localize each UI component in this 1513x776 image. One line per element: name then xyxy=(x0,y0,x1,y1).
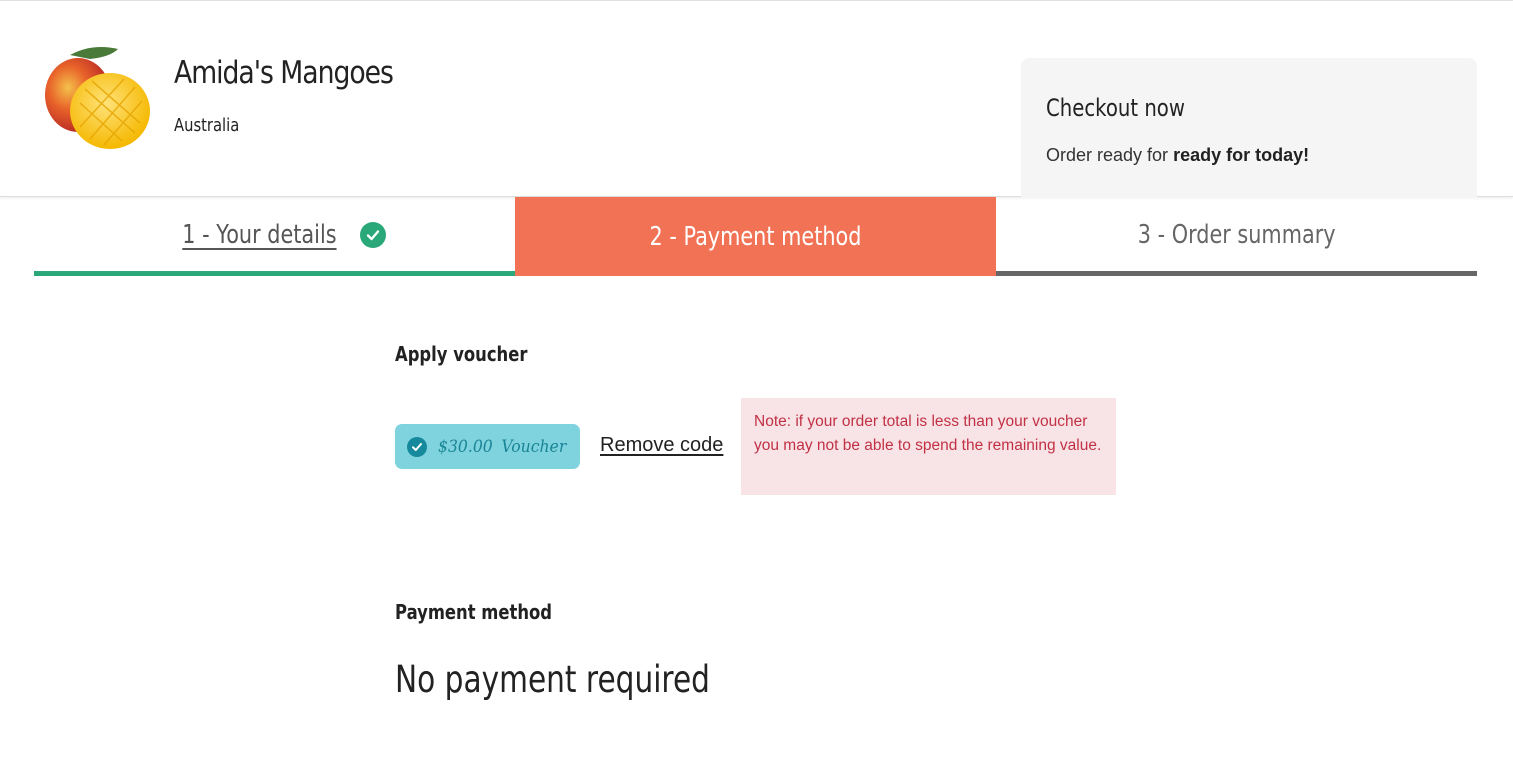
checkout-steps: 1 - Your details 2 - Payment method 3 - … xyxy=(34,197,1477,276)
step-order-summary[interactable]: 3 - Order summary xyxy=(996,197,1477,276)
voucher-text: $30.00 Voucher xyxy=(438,437,566,457)
step-label: 1 - Your details xyxy=(182,220,337,250)
checkout-card: Checkout now Order ready for ready for t… xyxy=(1021,58,1477,198)
apply-voucher-heading: Apply voucher xyxy=(395,342,528,366)
step-payment-method[interactable]: 2 - Payment method xyxy=(515,197,996,276)
checkout-subtitle-emphasis: ready for today! xyxy=(1173,145,1310,165)
payment-status: No payment required xyxy=(395,658,710,701)
checkout-title: Checkout now xyxy=(1046,94,1185,122)
step-label: 3 - Order summary xyxy=(1137,220,1336,250)
checkout-subtitle: Order ready for ready for today! xyxy=(1046,145,1309,166)
checkout-subtitle-prefix: Order ready for xyxy=(1046,145,1169,165)
payment-method-heading: Payment method xyxy=(395,600,553,624)
voucher-chip: $30.00 Voucher xyxy=(395,424,580,469)
store-name: Amida's Mangoes xyxy=(174,55,394,91)
voucher-amount: $30.00 xyxy=(438,436,493,457)
step-your-details[interactable]: 1 - Your details xyxy=(34,197,515,276)
store-country: Australia xyxy=(174,115,240,136)
mango-icon xyxy=(40,41,155,156)
voucher-note: Note: if your order total is less than y… xyxy=(741,398,1116,495)
remove-code-link[interactable]: Remove code xyxy=(600,434,723,457)
check-circle-icon xyxy=(407,436,427,457)
step-label: 2 - Payment method xyxy=(649,221,862,252)
voucher-type: Voucher xyxy=(501,436,567,457)
check-circle-icon xyxy=(359,222,386,248)
store-header: Amida's Mangoes Australia Checkout now O… xyxy=(0,1,1513,198)
